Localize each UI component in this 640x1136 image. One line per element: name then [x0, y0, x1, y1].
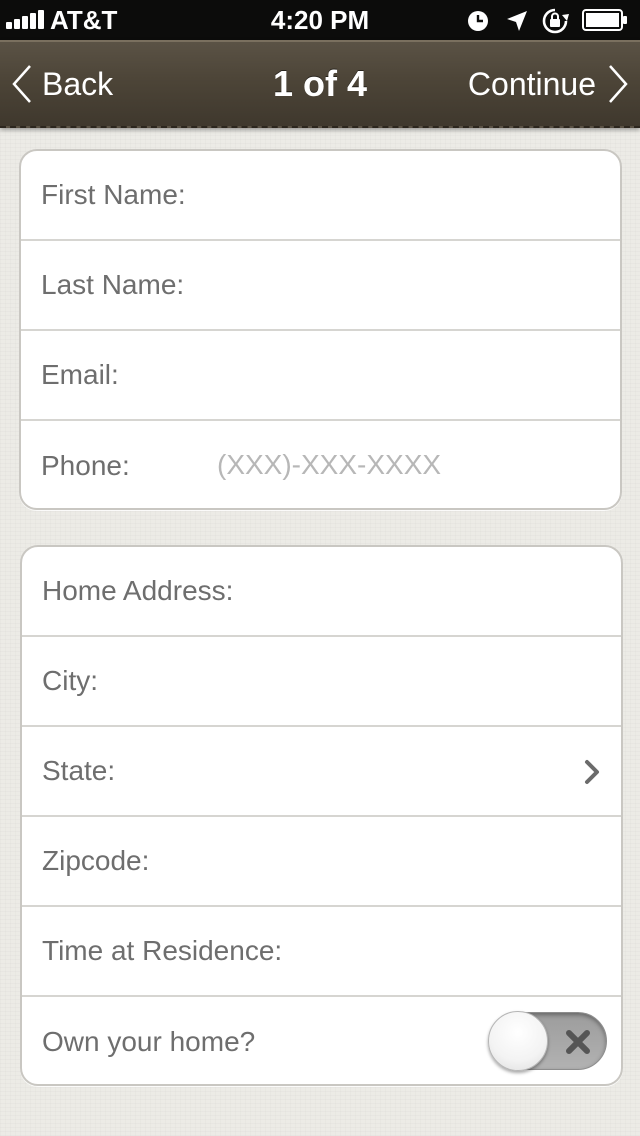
address-info-group: Home Address: City: State: Zipcode: Time…: [20, 545, 623, 1086]
last-name-label: Last Name:: [41, 269, 185, 300]
rotation-lock-icon: [542, 8, 569, 34]
own-home-row: Own your home?: [22, 997, 621, 1084]
zipcode-label: Zipcode:: [42, 845, 150, 876]
zipcode-field[interactable]: [218, 817, 601, 905]
zipcode-row[interactable]: Zipcode:: [22, 817, 621, 907]
status-icons: [467, 6, 632, 34]
last-name-row[interactable]: Last Name:: [21, 241, 620, 331]
home-address-label: Home Address:: [42, 575, 234, 606]
first-name-label: First Name:: [41, 179, 186, 210]
last-name-field[interactable]: [217, 241, 600, 329]
time-at-residence-row[interactable]: Time at Residence:: [22, 907, 621, 997]
chevron-right-icon: [585, 760, 599, 784]
back-button[interactable]: Back: [10, 64, 113, 104]
status-bar: AT&T 4:20 PM: [0, 0, 640, 40]
navigation-bar: Back 1 of 4 Continue: [0, 40, 640, 128]
city-field[interactable]: [218, 637, 601, 725]
email-field[interactable]: [217, 331, 600, 419]
chevron-left-icon: [12, 65, 31, 103]
phone-row[interactable]: Phone:: [21, 421, 620, 508]
continue-button-label: Continue: [467, 66, 596, 102]
close-icon: [566, 1030, 590, 1054]
state-row[interactable]: State:: [22, 727, 621, 817]
home-address-row[interactable]: Home Address:: [22, 547, 621, 637]
own-home-toggle[interactable]: [488, 1011, 607, 1071]
back-button-label: Back: [42, 66, 114, 102]
email-label: Email:: [41, 359, 119, 390]
continue-button[interactable]: Continue: [468, 64, 630, 104]
phone-field[interactable]: [217, 421, 600, 508]
home-address-field[interactable]: [272, 547, 601, 635]
email-row[interactable]: Email:: [21, 331, 620, 421]
location-icon: [507, 11, 527, 31]
own-home-label: Own your home?: [42, 1026, 256, 1057]
first-name-field[interactable]: [217, 151, 600, 239]
phone-label: Phone:: [41, 450, 130, 481]
city-label: City:: [42, 665, 98, 696]
state-label: State:: [42, 755, 116, 786]
first-name-row[interactable]: First Name:: [21, 151, 620, 241]
alarm-icon: [468, 11, 488, 31]
time-at-residence-field[interactable]: [322, 907, 601, 995]
chevron-right-icon: [609, 65, 628, 103]
contact-info-group: First Name: Last Name: Email: Phone:: [19, 149, 622, 510]
toggle-knob: [488, 1011, 548, 1071]
city-row[interactable]: City:: [22, 637, 621, 727]
time-at-residence-label: Time at Residence:: [42, 935, 283, 966]
battery-icon: [582, 9, 627, 31]
